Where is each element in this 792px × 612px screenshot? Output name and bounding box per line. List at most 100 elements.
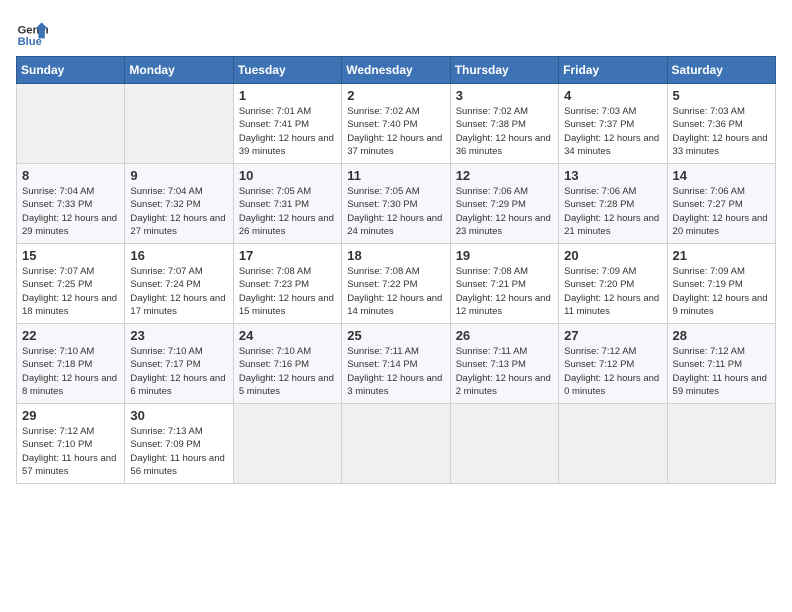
day-number: 1 — [239, 88, 336, 103]
empty-cell — [342, 404, 450, 484]
day-info: Sunrise: 7:02 AMSunset: 7:40 PMDaylight:… — [347, 105, 444, 158]
day-number: 19 — [456, 248, 553, 263]
day-info: Sunrise: 7:10 AMSunset: 7:18 PMDaylight:… — [22, 345, 119, 398]
day-cell-9: 9 Sunrise: 7:04 AMSunset: 7:32 PMDayligh… — [125, 164, 233, 244]
day-cell-25: 25 Sunrise: 7:11 AMSunset: 7:14 PMDaylig… — [342, 324, 450, 404]
day-info: Sunrise: 7:04 AMSunset: 7:32 PMDaylight:… — [130, 185, 227, 238]
day-number: 15 — [22, 248, 119, 263]
day-cell-23: 23 Sunrise: 7:10 AMSunset: 7:17 PMDaylig… — [125, 324, 233, 404]
day-number: 24 — [239, 328, 336, 343]
day-info: Sunrise: 7:03 AMSunset: 7:36 PMDaylight:… — [673, 105, 770, 158]
day-cell-5: 5 Sunrise: 7:03 AMSunset: 7:36 PMDayligh… — [667, 84, 775, 164]
day-cell-1: 1 Sunrise: 7:01 AMSunset: 7:41 PMDayligh… — [233, 84, 341, 164]
day-cell-10: 10 Sunrise: 7:05 AMSunset: 7:31 PMDaylig… — [233, 164, 341, 244]
day-number: 30 — [130, 408, 227, 423]
day-number: 28 — [673, 328, 770, 343]
day-info: Sunrise: 7:02 AMSunset: 7:38 PMDaylight:… — [456, 105, 553, 158]
calendar-week-2: 8 Sunrise: 7:04 AMSunset: 7:33 PMDayligh… — [17, 164, 776, 244]
day-number: 10 — [239, 168, 336, 183]
day-cell-13: 13 Sunrise: 7:06 AMSunset: 7:28 PMDaylig… — [559, 164, 667, 244]
day-info: Sunrise: 7:08 AMSunset: 7:23 PMDaylight:… — [239, 265, 336, 318]
day-number: 2 — [347, 88, 444, 103]
empty-cell — [125, 84, 233, 164]
day-cell-29: 29 Sunrise: 7:12 AMSunset: 7:10 PMDaylig… — [17, 404, 125, 484]
day-cell-18: 18 Sunrise: 7:08 AMSunset: 7:22 PMDaylig… — [342, 244, 450, 324]
day-info: Sunrise: 7:11 AMSunset: 7:13 PMDaylight:… — [456, 345, 553, 398]
col-header-tuesday: Tuesday — [233, 57, 341, 84]
day-info: Sunrise: 7:04 AMSunset: 7:33 PMDaylight:… — [22, 185, 119, 238]
day-number: 12 — [456, 168, 553, 183]
day-number: 18 — [347, 248, 444, 263]
day-info: Sunrise: 7:09 AMSunset: 7:20 PMDaylight:… — [564, 265, 661, 318]
day-cell-20: 20 Sunrise: 7:09 AMSunset: 7:20 PMDaylig… — [559, 244, 667, 324]
day-cell-11: 11 Sunrise: 7:05 AMSunset: 7:30 PMDaylig… — [342, 164, 450, 244]
day-number: 25 — [347, 328, 444, 343]
day-info: Sunrise: 7:13 AMSunset: 7:09 PMDaylight:… — [130, 425, 227, 478]
day-number: 22 — [22, 328, 119, 343]
svg-text:Blue: Blue — [18, 36, 42, 48]
calendar-week-1: 1 Sunrise: 7:01 AMSunset: 7:41 PMDayligh… — [17, 84, 776, 164]
day-cell-26: 26 Sunrise: 7:11 AMSunset: 7:13 PMDaylig… — [450, 324, 558, 404]
day-cell-12: 12 Sunrise: 7:06 AMSunset: 7:29 PMDaylig… — [450, 164, 558, 244]
empty-cell — [17, 84, 125, 164]
day-info: Sunrise: 7:08 AMSunset: 7:22 PMDaylight:… — [347, 265, 444, 318]
day-info: Sunrise: 7:06 AMSunset: 7:27 PMDaylight:… — [673, 185, 770, 238]
day-cell-8: 8 Sunrise: 7:04 AMSunset: 7:33 PMDayligh… — [17, 164, 125, 244]
day-cell-16: 16 Sunrise: 7:07 AMSunset: 7:24 PMDaylig… — [125, 244, 233, 324]
day-info: Sunrise: 7:07 AMSunset: 7:25 PMDaylight:… — [22, 265, 119, 318]
col-header-monday: Monday — [125, 57, 233, 84]
day-cell-27: 27 Sunrise: 7:12 AMSunset: 7:12 PMDaylig… — [559, 324, 667, 404]
day-info: Sunrise: 7:12 AMSunset: 7:12 PMDaylight:… — [564, 345, 661, 398]
day-number: 3 — [456, 88, 553, 103]
calendar-week-3: 15 Sunrise: 7:07 AMSunset: 7:25 PMDaylig… — [17, 244, 776, 324]
logo-icon: General Blue — [16, 16, 48, 48]
day-cell-15: 15 Sunrise: 7:07 AMSunset: 7:25 PMDaylig… — [17, 244, 125, 324]
day-info: Sunrise: 7:09 AMSunset: 7:19 PMDaylight:… — [673, 265, 770, 318]
col-header-thursday: Thursday — [450, 57, 558, 84]
day-info: Sunrise: 7:12 AMSunset: 7:10 PMDaylight:… — [22, 425, 119, 478]
empty-cell — [667, 404, 775, 484]
day-info: Sunrise: 7:06 AMSunset: 7:28 PMDaylight:… — [564, 185, 661, 238]
day-number: 11 — [347, 168, 444, 183]
day-number: 26 — [456, 328, 553, 343]
day-cell-3: 3 Sunrise: 7:02 AMSunset: 7:38 PMDayligh… — [450, 84, 558, 164]
col-header-wednesday: Wednesday — [342, 57, 450, 84]
page-header: General Blue — [16, 16, 776, 48]
day-number: 27 — [564, 328, 661, 343]
day-cell-4: 4 Sunrise: 7:03 AMSunset: 7:37 PMDayligh… — [559, 84, 667, 164]
day-info: Sunrise: 7:12 AMSunset: 7:11 PMDaylight:… — [673, 345, 770, 398]
day-cell-24: 24 Sunrise: 7:10 AMSunset: 7:16 PMDaylig… — [233, 324, 341, 404]
day-number: 21 — [673, 248, 770, 263]
day-info: Sunrise: 7:10 AMSunset: 7:17 PMDaylight:… — [130, 345, 227, 398]
day-number: 4 — [564, 88, 661, 103]
day-cell-19: 19 Sunrise: 7:08 AMSunset: 7:21 PMDaylig… — [450, 244, 558, 324]
col-header-friday: Friday — [559, 57, 667, 84]
empty-cell — [233, 404, 341, 484]
day-cell-28: 28 Sunrise: 7:12 AMSunset: 7:11 PMDaylig… — [667, 324, 775, 404]
day-number: 13 — [564, 168, 661, 183]
day-info: Sunrise: 7:05 AMSunset: 7:31 PMDaylight:… — [239, 185, 336, 238]
calendar-table: SundayMondayTuesdayWednesdayThursdayFrid… — [16, 56, 776, 484]
day-number: 8 — [22, 168, 119, 183]
day-number: 23 — [130, 328, 227, 343]
day-info: Sunrise: 7:11 AMSunset: 7:14 PMDaylight:… — [347, 345, 444, 398]
day-info: Sunrise: 7:05 AMSunset: 7:30 PMDaylight:… — [347, 185, 444, 238]
col-header-saturday: Saturday — [667, 57, 775, 84]
day-info: Sunrise: 7:01 AMSunset: 7:41 PMDaylight:… — [239, 105, 336, 158]
day-cell-21: 21 Sunrise: 7:09 AMSunset: 7:19 PMDaylig… — [667, 244, 775, 324]
day-number: 17 — [239, 248, 336, 263]
logo: General Blue — [16, 16, 48, 48]
day-cell-17: 17 Sunrise: 7:08 AMSunset: 7:23 PMDaylig… — [233, 244, 341, 324]
day-number: 14 — [673, 168, 770, 183]
day-number: 16 — [130, 248, 227, 263]
empty-cell — [559, 404, 667, 484]
day-number: 29 — [22, 408, 119, 423]
day-info: Sunrise: 7:08 AMSunset: 7:21 PMDaylight:… — [456, 265, 553, 318]
day-number: 20 — [564, 248, 661, 263]
day-cell-22: 22 Sunrise: 7:10 AMSunset: 7:18 PMDaylig… — [17, 324, 125, 404]
day-number: 5 — [673, 88, 770, 103]
day-info: Sunrise: 7:07 AMSunset: 7:24 PMDaylight:… — [130, 265, 227, 318]
day-cell-14: 14 Sunrise: 7:06 AMSunset: 7:27 PMDaylig… — [667, 164, 775, 244]
day-info: Sunrise: 7:03 AMSunset: 7:37 PMDaylight:… — [564, 105, 661, 158]
calendar-week-5: 29 Sunrise: 7:12 AMSunset: 7:10 PMDaylig… — [17, 404, 776, 484]
